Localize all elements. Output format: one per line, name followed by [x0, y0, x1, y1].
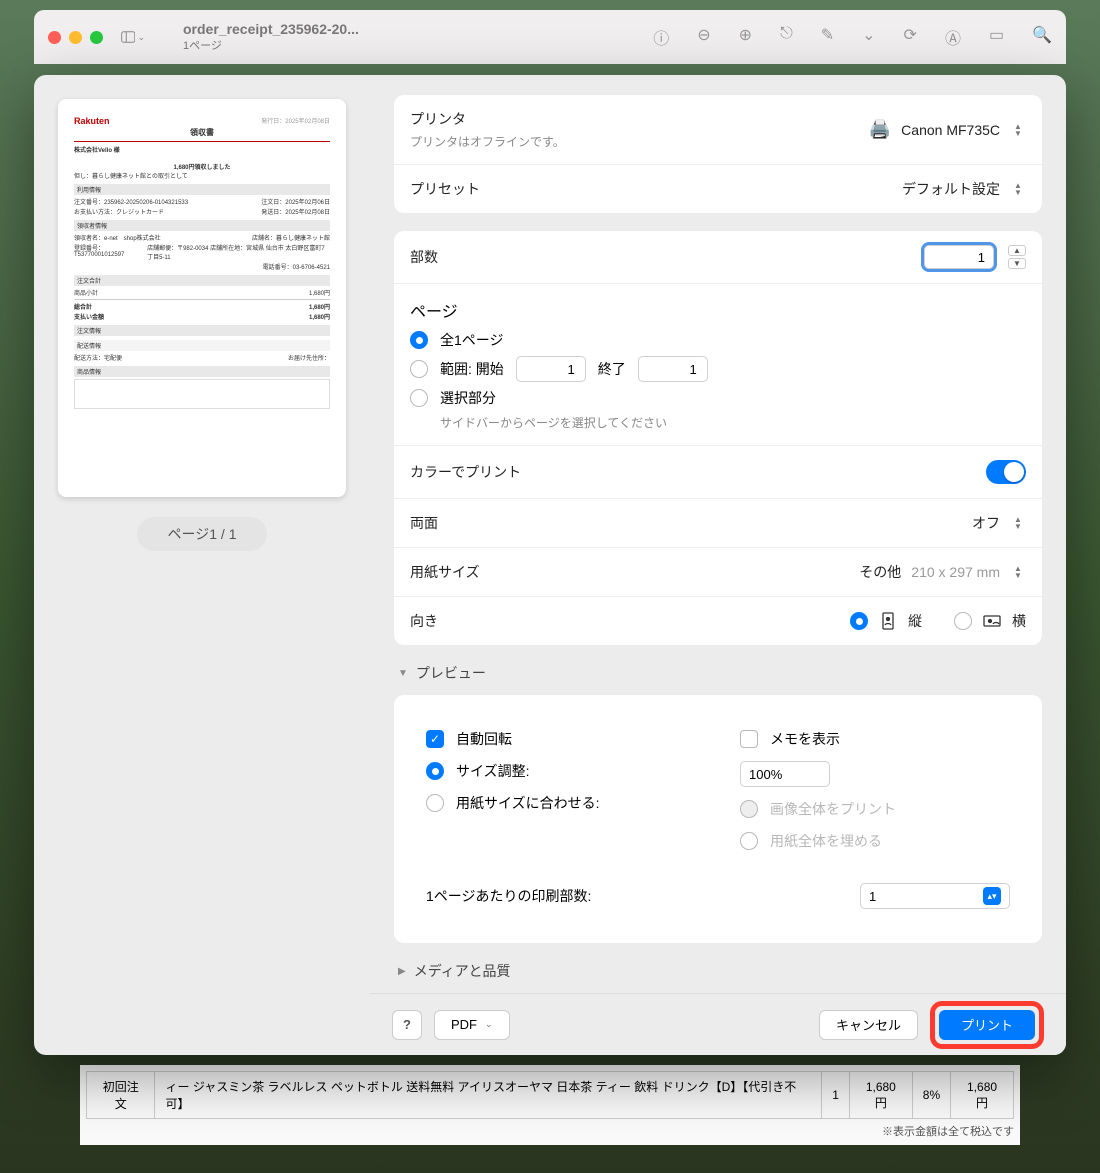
settings-panel: 部数 ▲▼ ページ 全1ページ 範囲: 開始 終了 選択部分: [394, 231, 1042, 645]
print-button[interactable]: プリント: [939, 1010, 1035, 1040]
search-icon[interactable]: 🔍: [1032, 25, 1052, 49]
chevron-updown-icon: ▴▾: [983, 887, 1001, 905]
page-indicator: ページ1 / 1: [137, 517, 267, 551]
copies-label: 部数: [410, 247, 438, 267]
zoom-in-icon[interactable]: ⊕: [739, 25, 752, 49]
fit-radio[interactable]: 用紙サイズに合わせる:: [426, 793, 700, 813]
share-icon[interactable]: ⎋: [780, 25, 793, 49]
media-disclosure[interactable]: ▶ メディアと品質: [398, 961, 1042, 981]
pages-selection-radio[interactable]: 選択部分: [410, 388, 1026, 408]
cell: ィー ジャスミン茶 ラベルレス ペットボトル 送料無料 アイリスオーヤマ 日本茶…: [155, 1072, 822, 1119]
minimize-icon[interactable]: [69, 31, 82, 44]
chevron-updown-icon: ▲▼: [1010, 563, 1026, 581]
chevron-down-icon: ▼: [398, 668, 408, 679]
close-icon[interactable]: [48, 31, 61, 44]
paper-select[interactable]: その他 210 x 297 mm ▲▼: [859, 562, 1026, 582]
duplex-select[interactable]: オフ▲▼: [972, 513, 1026, 533]
highlight-ring: プリント: [930, 1001, 1044, 1049]
copies-per-page-label: 1ページあたりの印刷部数:: [426, 886, 591, 906]
traffic-lights: [48, 31, 103, 44]
paper-label: 用紙サイズ: [410, 562, 480, 582]
range-to-input[interactable]: [638, 356, 708, 382]
cell: 初回注文: [87, 1072, 155, 1119]
fill-paper-radio: 用紙全体を埋める: [740, 831, 1010, 851]
pdf-button[interactable]: PDF⌄: [434, 1010, 510, 1040]
help-button[interactable]: ?: [392, 1010, 422, 1040]
preview-panel: ✓自動回転 サイズ調整: 用紙サイズに合わせる: メモを表示 画像全体をプリント…: [394, 695, 1042, 943]
pages-label: ページ: [410, 298, 1026, 322]
sidebar-toggle-icon[interactable]: ⌄: [121, 25, 145, 49]
chevron-down-icon: ⌄: [485, 1019, 493, 1030]
chevron-right-icon: ▶: [398, 966, 406, 977]
scale-input[interactable]: [740, 761, 830, 787]
pages-hint: サイドバーからページを選択してください: [440, 414, 1026, 431]
printer-panel: プリンタ プリンタはオフラインです。 🖨️ Canon MF735C ▲▼ プリ…: [394, 95, 1042, 213]
copies-per-page-select[interactable]: 1 ▴▾: [860, 883, 1010, 909]
background-table: 初回注文 ィー ジャスミン茶 ラベルレス ペットボトル 送料無料 アイリスオーヤ…: [80, 1065, 1020, 1145]
color-label: カラーでプリント: [410, 462, 521, 482]
highlight-icon[interactable]: Ⓐ: [945, 25, 961, 49]
crop-icon[interactable]: ▭: [989, 25, 1004, 49]
printer-icon: 🖨️: [869, 119, 891, 140]
chevron-updown-icon: ▲▼: [1010, 514, 1026, 532]
zoom-out-icon[interactable]: ⊖: [697, 25, 710, 49]
table-row: 初回注文 ィー ジャスミン茶 ラベルレス ペットボトル 送料無料 アイリスオーヤ…: [87, 1072, 1014, 1119]
window-title: order_receipt_235962-20... 1ページ: [183, 21, 359, 53]
page-thumbnail[interactable]: Rakuten発行日：2025年02月08日 領収書 株式会社Vello 様 1…: [58, 99, 346, 497]
chevron-updown-icon: ▲▼: [1010, 180, 1026, 198]
auto-rotate-checkbox[interactable]: ✓自動回転: [426, 729, 700, 749]
dialog-footer: ? PDF⌄ キャンセル プリント: [370, 993, 1066, 1055]
orientation-label: 向き: [410, 611, 438, 631]
fullscreen-icon[interactable]: [90, 31, 103, 44]
printer-status: プリンタはオフラインです。: [410, 133, 565, 150]
window-toolbar: ⌄ order_receipt_235962-20... 1ページ ⓘ ⊖ ⊕ …: [34, 10, 1066, 64]
duplex-label: 両面: [410, 513, 438, 533]
pages-all-radio[interactable]: 全1ページ: [410, 330, 1026, 350]
rotate-icon[interactable]: ⟳: [904, 25, 917, 49]
printer-label: プリンタ: [410, 109, 565, 129]
color-toggle[interactable]: [986, 460, 1026, 484]
cell: 1: [822, 1072, 850, 1119]
show-notes-checkbox[interactable]: メモを表示: [740, 729, 1010, 749]
landscape-icon: [982, 611, 1002, 631]
landscape-radio[interactable]: [954, 612, 972, 630]
printer-select[interactable]: 🖨️ Canon MF735C ▲▼: [869, 119, 1026, 140]
info-icon[interactable]: ⓘ: [653, 25, 669, 49]
preview-sidebar: Rakuten発行日：2025年02月08日 領収書 株式会社Vello 様 1…: [34, 75, 370, 1055]
chevron-updown-icon: ▲▼: [1010, 121, 1026, 139]
pages-range-radio[interactable]: 範囲: 開始 終了: [410, 356, 1026, 382]
preset-select[interactable]: デフォルト設定 ▲▼: [902, 179, 1026, 199]
portrait-radio[interactable]: [850, 612, 868, 630]
copies-stepper[interactable]: ▲▼: [1008, 245, 1026, 269]
scale-radio[interactable]: サイズ調整:: [426, 761, 700, 781]
cell: 1,680円: [849, 1072, 912, 1119]
print-entire-image-radio: 画像全体をプリント: [740, 799, 1010, 819]
preview-disclosure[interactable]: ▼ プレビュー: [398, 663, 1042, 683]
cell: 8%: [912, 1072, 950, 1119]
markup-icon[interactable]: ✎: [821, 25, 834, 49]
cell: 1,680円: [951, 1072, 1014, 1119]
note: ※表示金額は全て税込です: [86, 1123, 1014, 1139]
print-dialog: Rakuten発行日：2025年02月08日 領収書 株式会社Vello 様 1…: [34, 75, 1066, 1055]
cancel-button[interactable]: キャンセル: [819, 1010, 918, 1040]
copies-input[interactable]: [924, 245, 994, 269]
range-from-input[interactable]: [516, 356, 586, 382]
portrait-icon: [878, 611, 898, 631]
chevron-down-icon[interactable]: ⌄: [862, 25, 875, 49]
preset-label: プリセット: [410, 179, 480, 199]
